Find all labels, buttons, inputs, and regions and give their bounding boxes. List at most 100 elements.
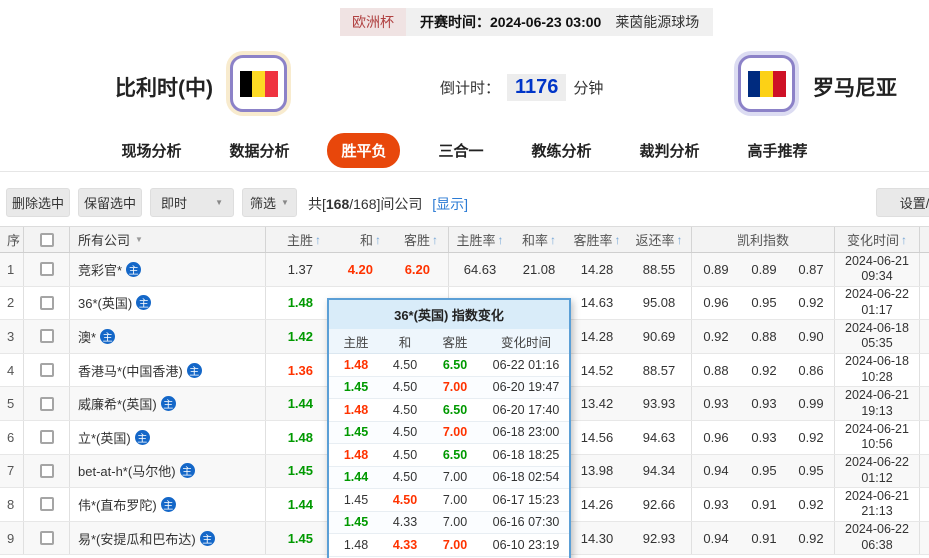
select-all-checkbox[interactable] (40, 233, 54, 247)
popup-body: 1.484.506.5006-22 01:161.454.507.0006-20… (329, 354, 569, 557)
away-win-rate: 14.28 (567, 320, 627, 353)
popup-row: 1.454.507.0006-17 15:23 (329, 489, 569, 512)
kelly-away: 0.92 (788, 488, 835, 521)
home-odds[interactable]: 1.45 (266, 455, 331, 488)
away-win-rate: 14.26 (567, 488, 627, 521)
change-time: 2024-06-2206:38 (835, 522, 920, 555)
company-cell[interactable]: 36*(英国)主 (70, 287, 266, 320)
edge-cell (920, 320, 929, 353)
row-checkbox-cell (24, 421, 70, 454)
row-index: 3 (0, 320, 24, 353)
main-odds-badge-icon: 主 (161, 497, 176, 512)
company-cell[interactable]: 威廉希*(英国)主 (70, 387, 266, 420)
draw-odds[interactable]: 4.20 (331, 253, 391, 286)
row-checkbox[interactable] (40, 497, 54, 511)
header-draw-odds[interactable]: 和↑ (331, 227, 391, 252)
home-odds[interactable]: 1.37 (266, 253, 331, 286)
home-odds[interactable]: 1.36 (266, 354, 331, 387)
home-win-rate: 64.63 (449, 253, 511, 286)
row-checkbox[interactable] (40, 329, 54, 343)
home-odds[interactable]: 1.44 (266, 488, 331, 521)
kickoff-time: 开赛时间：2024-06-23 03:00 (406, 8, 613, 36)
row-checkbox[interactable] (40, 531, 54, 545)
show-link[interactable]: [显示] (432, 196, 468, 212)
countdown-label: 倒计时： (440, 77, 500, 98)
popup-draw-odds: 4.50 (383, 489, 427, 511)
keep-selected-button[interactable]: 保留选中 (78, 188, 142, 217)
countdown-value: 1176 (507, 74, 566, 101)
settings-select-button[interactable]: 设置/选 (876, 188, 929, 217)
popup-row: 1.454.337.0006-16 07:30 (329, 512, 569, 535)
tab-win-draw-lose[interactable]: 胜平负 (327, 133, 400, 168)
header-home-rate[interactable]: 主胜率↑ (449, 227, 511, 252)
header-away-odds[interactable]: 客胜↑ (391, 227, 449, 252)
company-cell[interactable]: 易*(安提瓜和巴布达)主 (70, 522, 266, 555)
header-home-odds[interactable]: 主胜↑ (266, 227, 331, 252)
change-time: 2024-06-2109:34 (835, 253, 920, 286)
change-time: 2024-06-1805:35 (835, 320, 920, 353)
tab-referee-analysis[interactable]: 裁判分析 (630, 133, 710, 168)
home-odds[interactable]: 1.48 (266, 287, 331, 320)
kelly-home: 0.94 (692, 522, 740, 555)
company-name: 伟*(直布罗陀) (78, 495, 157, 514)
sort-asc-icon: ↑ (375, 233, 381, 247)
edge-cell (920, 253, 929, 286)
row-checkbox[interactable] (40, 397, 54, 411)
row-index: 5 (0, 387, 24, 420)
tab-three-in-one[interactable]: 三合一 (428, 133, 493, 168)
filter-button[interactable]: 筛选 ▼ (242, 188, 297, 217)
return-rate: 93.93 (627, 387, 692, 420)
sort-asc-icon: ↑ (550, 233, 556, 247)
row-checkbox[interactable] (40, 430, 54, 444)
row-checkbox-cell (24, 354, 70, 387)
away-odds[interactable]: 6.20 (391, 253, 449, 286)
company-cell[interactable]: 竞彩官*主 (70, 253, 266, 286)
home-odds[interactable]: 1.48 (266, 421, 331, 454)
header-return-rate[interactable]: 返还率↑ (627, 227, 692, 252)
kelly-away: 0.99 (788, 387, 835, 420)
company-cell[interactable]: bet-at-h*(马尔他)主 (70, 455, 266, 488)
company-name: 澳* (78, 327, 96, 346)
header-away-rate[interactable]: 客胜率↑ (567, 227, 627, 252)
header-away-rate-label: 客胜率 (573, 230, 612, 249)
home-odds[interactable]: 1.45 (266, 522, 331, 555)
header-away-odds-label: 客胜 (404, 230, 430, 249)
row-checkbox-cell (24, 287, 70, 320)
countdown-unit: 分钟 (573, 77, 603, 98)
home-team-name: 比利时(中) (115, 72, 213, 102)
row-index: 2 (0, 287, 24, 320)
main-odds-badge-icon: 主 (126, 262, 141, 277)
row-checkbox[interactable] (40, 296, 54, 310)
kelly-away: 0.86 (788, 354, 835, 387)
header-change-time[interactable]: 变化时间↑ (835, 227, 920, 252)
tab-data-analysis[interactable]: 数据分析 (219, 133, 299, 168)
company-cell[interactable]: 澳*主 (70, 320, 266, 353)
odds-change-popup: 36*(英国) 指数变化 主胜 和 客胜 变化时间 1.484.506.5006… (327, 298, 571, 558)
company-name: 立*(英国) (78, 428, 131, 447)
edge-cell (920, 488, 929, 521)
home-odds[interactable]: 1.44 (266, 387, 331, 420)
sort-asc-icon: ↑ (615, 233, 621, 247)
popup-draw-odds: 4.50 (383, 444, 427, 466)
delete-selected-button[interactable]: 删除选中 (6, 188, 70, 217)
header-company[interactable]: 所有公司 ▼ (70, 227, 266, 252)
company-name: bet-at-h*(马尔他) (78, 461, 176, 480)
popup-draw-odds: 4.33 (383, 534, 427, 556)
match-odds-page: 欧洲杯 开赛时间：2024-06-23 03:00 莱茵能源球场 比利时(中) … (0, 0, 929, 558)
odds-time-select[interactable]: 即时 ▼ (150, 188, 234, 217)
tab-coach-analysis[interactable]: 教练分析 (522, 133, 602, 168)
row-checkbox[interactable] (40, 464, 54, 478)
tab-live-analysis[interactable]: 现场分析 (111, 133, 191, 168)
popup-change-time: 06-17 15:23 (483, 489, 569, 511)
row-checkbox[interactable] (40, 363, 54, 377)
company-cell[interactable]: 立*(英国)主 (70, 421, 266, 454)
row-checkbox[interactable] (40, 262, 54, 276)
header-draw-rate[interactable]: 和率↑ (511, 227, 567, 252)
tab-expert-picks[interactable]: 高手推荐 (738, 133, 818, 168)
away-win-rate: 14.52 (567, 354, 627, 387)
company-cell[interactable]: 香港马*(中国香港)主 (70, 354, 266, 387)
row-index: 6 (0, 421, 24, 454)
popup-header-draw: 和 (383, 329, 427, 353)
company-cell[interactable]: 伟*(直布罗陀) 主 (70, 488, 266, 521)
home-odds[interactable]: 1.42 (266, 320, 331, 353)
